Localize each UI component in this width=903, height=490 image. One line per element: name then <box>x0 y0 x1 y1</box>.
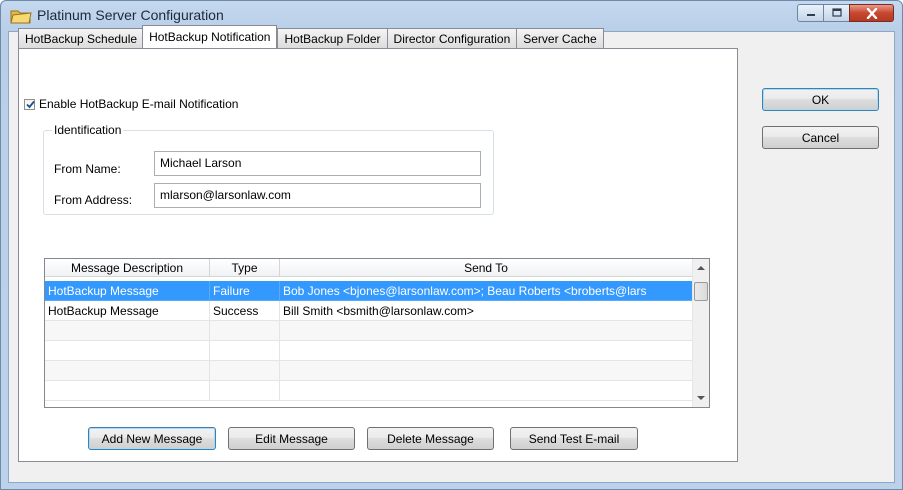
from-name-label: From Name: <box>54 162 121 176</box>
caption-buttons <box>797 4 894 24</box>
folder-icon <box>10 10 32 24</box>
empty-row <box>45 321 693 341</box>
column-header-message-description[interactable]: Message Description <box>45 259 210 277</box>
checkmark-icon <box>26 100 35 108</box>
message-description-cell: HotBackup Message <box>45 281 210 301</box>
tab-director-configuration[interactable]: Director Configuration <box>386 28 518 48</box>
message-list[interactable]: Message Description Type Send To HotBack… <box>44 258 710 408</box>
empty-row <box>45 361 693 381</box>
tab-hotbackup-notification[interactable]: HotBackup Notification <box>142 25 278 48</box>
identification-group-title: Identification <box>52 123 124 137</box>
message-row[interactable]: HotBackup Message Success Bill Smith <bs… <box>45 301 693 321</box>
ok-button[interactable]: OK <box>762 88 879 111</box>
from-address-input[interactable]: mlarson@larsonlaw.com <box>154 183 481 208</box>
tab-hotbackup-schedule[interactable]: HotBackup Schedule <box>18 28 145 48</box>
enable-notification-label: Enable HotBackup E-mail Notification <box>39 97 239 111</box>
tab-server-cache[interactable]: Server Cache <box>516 28 604 48</box>
message-send-to-cell: Bill Smith <bsmith@larsonlaw.com> <box>280 301 693 321</box>
message-row[interactable]: HotBackup Message Failure Bob Jones <bjo… <box>45 281 693 301</box>
tab-strip: HotBackup Schedule HotBackup Notificatio… <box>18 25 604 48</box>
maximize-icon <box>831 8 842 17</box>
scroll-down-icon[interactable] <box>697 396 705 400</box>
edit-message-button[interactable]: Edit Message <box>228 427 355 450</box>
column-header-send-to[interactable]: Send To <box>280 259 693 277</box>
from-name-input[interactable]: Michael Larson <box>154 151 481 176</box>
minimize-icon <box>806 14 815 16</box>
scrollbar-thumb[interactable] <box>694 282 708 301</box>
vertical-scrollbar[interactable] <box>692 259 709 407</box>
from-address-label: From Address: <box>54 193 133 207</box>
tab-hotbackup-folder[interactable]: HotBackup Folder <box>277 28 388 48</box>
window-title: Platinum Server Configuration <box>37 7 224 23</box>
empty-row <box>45 341 693 361</box>
message-send-to-cell: Bob Jones <bjones@larsonlaw.com>; Beau R… <box>280 281 693 301</box>
send-test-email-button[interactable]: Send Test E-mail <box>510 427 638 450</box>
message-list-header: Message Description Type Send To <box>45 259 693 277</box>
scroll-up-icon[interactable] <box>697 266 705 270</box>
cancel-button[interactable]: Cancel <box>762 126 879 149</box>
column-header-type[interactable]: Type <box>210 259 280 277</box>
enable-notification-checkbox[interactable]: Enable HotBackup E-mail Notification <box>24 97 238 111</box>
close-icon <box>866 7 877 19</box>
empty-row <box>45 381 693 401</box>
add-new-message-button[interactable]: Add New Message <box>88 427 216 450</box>
close-button[interactable] <box>849 4 894 22</box>
minimize-button[interactable] <box>797 4 824 22</box>
message-type-cell: Success <box>210 301 280 321</box>
message-type-cell: Failure <box>210 281 280 301</box>
delete-message-button[interactable]: Delete Message <box>367 427 494 450</box>
checkbox-box[interactable] <box>24 98 35 110</box>
maximize-button[interactable] <box>823 4 850 22</box>
message-description-cell: HotBackup Message <box>45 301 210 321</box>
